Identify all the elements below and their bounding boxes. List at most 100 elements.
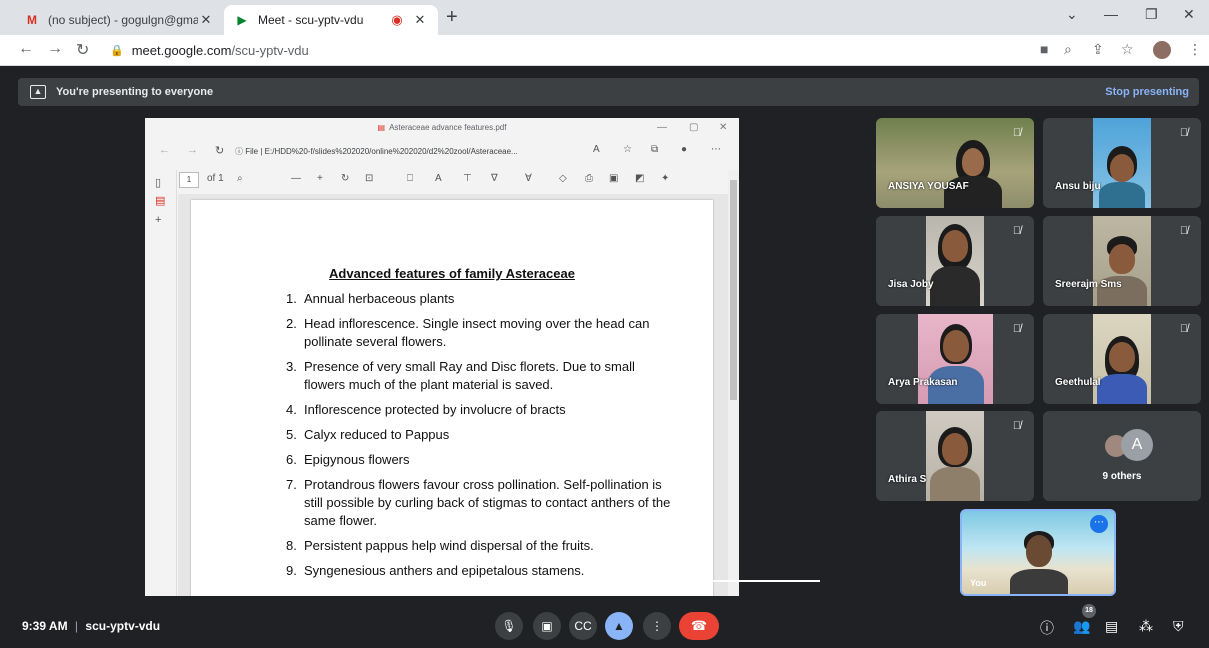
- viewer-close-icon: ✕: [719, 122, 728, 133]
- meeting-details-icon[interactable]: ⓘ: [1040, 618, 1054, 638]
- participant-tile[interactable]: 🎙̸ ANSIYA YOUSAF: [876, 118, 1034, 208]
- profile-avatar[interactable]: [1153, 41, 1171, 59]
- pin-toolbar-icon: ✦: [661, 173, 670, 184]
- more-options-button[interactable]: ⋮: [643, 612, 671, 640]
- meet-stage: ▲ You're presenting to everyone Stop pre…: [0, 66, 1209, 648]
- participant-figure: [1099, 182, 1145, 208]
- participant-tile[interactable]: 🎙̸ Jisa Joby: [876, 216, 1034, 306]
- back-icon[interactable]: ←: [18, 40, 34, 58]
- bottom-control-bar: 9:39 AM | scu-yptv-vdu 🎙 ▣ CC ▲ ⋮ ☎ ⓘ 👥 …: [0, 604, 1209, 648]
- captions-button[interactable]: CC: [569, 612, 597, 640]
- meeting-info: 9:39 AM | scu-yptv-vdu: [22, 619, 160, 633]
- participant-name: Athira S: [888, 474, 927, 485]
- host-controls-icon[interactable]: ⛨: [1173, 618, 1184, 635]
- gmail-icon: M: [27, 13, 37, 27]
- participant-tile[interactable]: 🎙̸ Arya Prakasan: [876, 314, 1034, 404]
- mic-off-icon: 🎙̸: [1179, 225, 1189, 237]
- chat-icon[interactable]: ▤: [1105, 618, 1118, 635]
- viewer-forward-icon: →: [187, 144, 198, 156]
- participant-tile[interactable]: 🎙̸ Ansu biju: [1043, 118, 1201, 208]
- viewer-sidebar: ▯ ▤ +: [145, 170, 177, 596]
- save-icon: ▣: [609, 173, 619, 184]
- viewer-favorites-icon: ☆: [623, 144, 632, 155]
- share-icon[interactable]: ⇪: [1092, 41, 1104, 58]
- participant-figure: [930, 266, 980, 306]
- minimize-icon[interactable]: —: [1104, 6, 1118, 22]
- tab-close-icon[interactable]: ✕: [412, 12, 428, 28]
- browser-tab-strip: M (no subject) - gogulgn@gmail.co ✕ ▶ Me…: [0, 0, 1209, 35]
- others-count-label: 9 others: [1102, 471, 1142, 482]
- camera-toggle-button[interactable]: ▣: [533, 612, 561, 640]
- url-path: /scu-yptv-vdu: [231, 43, 309, 58]
- list-item: 6. Epigynous flowers: [286, 452, 410, 467]
- close-window-icon[interactable]: ✕: [1183, 6, 1195, 23]
- leave-call-button[interactable]: ☎: [679, 612, 719, 640]
- bookmark-star-icon[interactable]: ☆: [1121, 41, 1134, 58]
- others-tile[interactable]: A 9 others: [1043, 411, 1201, 501]
- participant-tile[interactable]: 🎙̸ Athira S: [876, 411, 1034, 501]
- camera-indicator-icon[interactable]: ■: [1040, 41, 1048, 57]
- participant-figure: [943, 330, 969, 362]
- viewer-url: ⓘ File | E:/HDD%20-f/slides%202020/onlin…: [235, 147, 518, 156]
- tab-title: (no subject) - gogulgn@gmail.co: [48, 13, 198, 27]
- restore-icon[interactable]: ❐: [1145, 6, 1158, 23]
- forward-icon[interactable]: →: [47, 40, 63, 58]
- people-icon[interactable]: 👥: [1073, 618, 1090, 635]
- text-box-icon: ⊤: [463, 173, 472, 184]
- menu-kebab-icon[interactable]: ⋮: [1188, 41, 1202, 58]
- participant-figure: [1109, 342, 1135, 372]
- others-letter-avatar: A: [1121, 429, 1153, 461]
- viewer-window-title: ▤ Asteraceae advance features.pdf: [145, 118, 739, 138]
- tab-search-icon[interactable]: ⌄: [1066, 6, 1078, 23]
- list-item: 8. Persistent pappus help wind dispersal …: [286, 538, 594, 553]
- mic-off-icon: 🎙̸: [1012, 127, 1022, 139]
- participant-name: Jisa Joby: [888, 279, 934, 290]
- mic-off-icon: 🎙̸: [1012, 323, 1022, 335]
- pdf-search-icon: ⌕: [237, 173, 243, 184]
- pdf-file-icon: ▤: [377, 123, 386, 132]
- tab-close-icon[interactable]: ✕: [198, 12, 214, 28]
- presenting-banner: ▲ You're presenting to everyone Stop pre…: [18, 78, 1199, 106]
- viewer-readaloud-icon: A: [593, 144, 600, 155]
- mic-toggle-button[interactable]: 🎙: [495, 612, 523, 640]
- rotate-icon: ↻: [341, 173, 350, 184]
- activities-icon[interactable]: ⁂: [1139, 618, 1153, 635]
- stop-presenting-button[interactable]: Stop presenting: [1105, 86, 1189, 98]
- viewer-scrollbar-thumb: [730, 180, 737, 400]
- participant-figure: [930, 467, 980, 501]
- add-tab-icon: +: [155, 214, 162, 226]
- participant-figure: [1097, 374, 1147, 404]
- participant-figure: [962, 148, 984, 176]
- draw-icon: ∇: [491, 173, 498, 184]
- participant-figure: [1110, 154, 1134, 182]
- participant-video: [918, 314, 993, 404]
- zoom-icon[interactable]: ⌕: [1064, 41, 1072, 58]
- browser-toolbar: ← → ↻ 🔒 meet.google.com/scu-yptv-vdu ■ ⌕…: [0, 35, 1209, 66]
- tab-gmail[interactable]: M (no subject) - gogulgn@gmail.co ✕: [14, 5, 224, 35]
- participant-tile[interactable]: 🎙̸ Geethulal: [1043, 314, 1201, 404]
- participant-name: Arya Prakasan: [888, 377, 958, 388]
- fit-page-icon: ⊡: [365, 173, 374, 184]
- reload-icon[interactable]: ↻: [76, 40, 89, 60]
- self-view-tile[interactable]: ⋯ You: [960, 509, 1116, 596]
- participant-tile[interactable]: 🎙̸ Sreerajm Sms: [1043, 216, 1201, 306]
- self-label: You: [970, 578, 987, 588]
- more-options-icon[interactable]: ⋯: [1090, 515, 1108, 533]
- meeting-code: scu-yptv-vdu: [85, 619, 161, 633]
- new-tab-button[interactable]: +: [446, 6, 458, 29]
- tab-meet[interactable]: ▶ Meet - scu-yptv-vdu ◉ ✕: [224, 5, 438, 35]
- present-now-button[interactable]: ▲: [605, 612, 633, 640]
- viewer-reload-icon: ↻: [215, 145, 225, 157]
- highlight-icon: ∀: [525, 173, 532, 184]
- viewer-more-icon: ⋯: [711, 144, 721, 155]
- pdf-tab-icon: ▤: [155, 195, 166, 207]
- participant-video: [1093, 216, 1151, 306]
- document-title: Advanced features of family Asteraceae: [329, 266, 575, 281]
- participant-name: Sreerajm Sms: [1055, 279, 1122, 290]
- viewer-restore-icon: ▢: [689, 122, 699, 133]
- participant-count-badge: 18: [1082, 604, 1096, 618]
- address-bar[interactable]: 🔒 meet.google.com/scu-yptv-vdu: [104, 38, 1134, 63]
- present-screen-icon: ▲: [30, 85, 46, 99]
- viewer-collections-icon: ⧉: [651, 144, 659, 155]
- participant-figure: [942, 230, 968, 262]
